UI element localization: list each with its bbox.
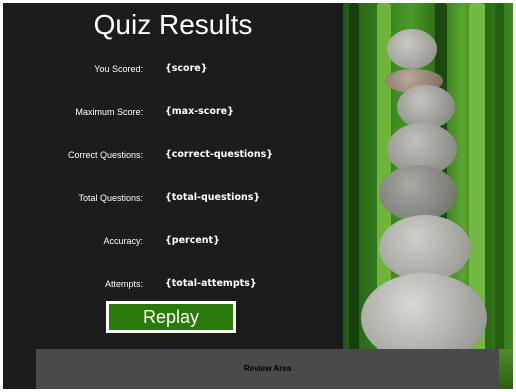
review-area[interactable]: Review Area [36, 349, 499, 389]
result-label: Total Questions: [78, 193, 143, 203]
result-value: {percent} [165, 235, 220, 246]
page-title: Quiz Results [93, 9, 253, 40]
bamboo-stalk [495, 3, 504, 389]
result-label: Maximum Score: [75, 107, 143, 117]
result-row-correct-questions: Correct Questions: {correct-questions} [3, 147, 343, 163]
result-row-accuracy: Accuracy: {percent} [3, 233, 343, 249]
stacked-stones-image [343, 3, 513, 389]
result-row-max-score: Maximum Score: {max-score} [3, 104, 343, 120]
result-row-total-questions: Total Questions: {total-questions} [3, 190, 343, 206]
result-row-score: You Scored: {score} [3, 61, 343, 77]
result-label: Accuracy: [103, 236, 143, 246]
result-value: {correct-questions} [165, 149, 274, 160]
quiz-results-slide: Quiz Results You Scored: {score} Maximum… [3, 3, 513, 389]
stone [379, 215, 471, 281]
result-value: {total-questions} [165, 192, 261, 203]
bamboo-stalk [349, 3, 359, 389]
result-value: {max-score} [165, 106, 234, 117]
result-value: {total-attempts} [165, 278, 257, 289]
replay-button[interactable]: Replay [106, 301, 236, 333]
result-value: {score} [165, 63, 208, 74]
stone [387, 29, 437, 69]
result-label: Correct Questions: [67, 150, 143, 160]
result-label: Attempts: [104, 279, 143, 289]
stone [379, 165, 457, 221]
result-label: You Scored: [94, 64, 143, 74]
result-row-attempts: Attempts: {total-attempts} [3, 276, 343, 292]
